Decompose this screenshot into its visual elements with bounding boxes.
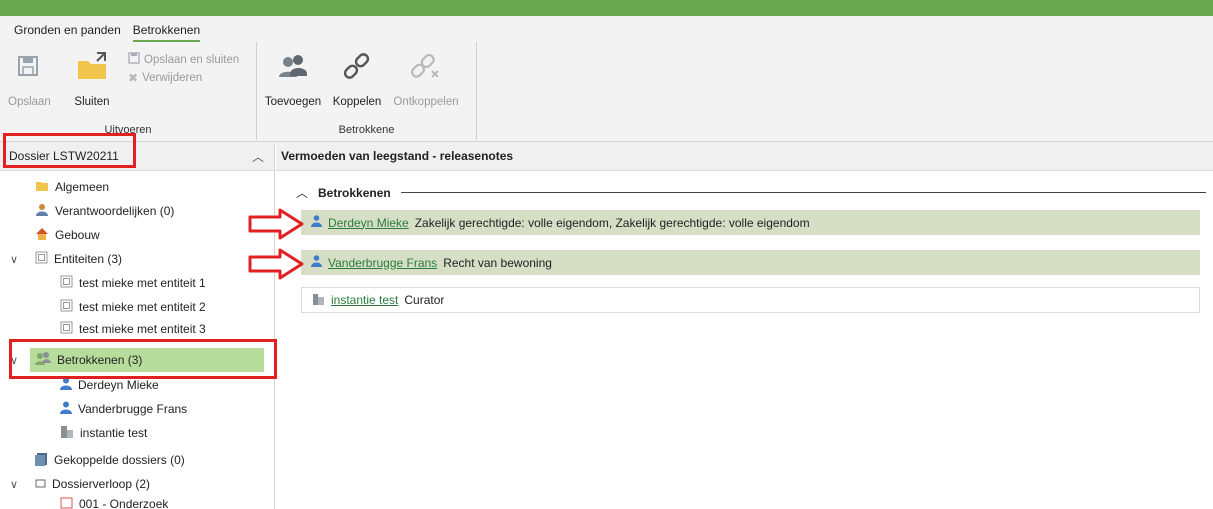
save-icon <box>8 46 48 86</box>
tree-item-entiteit-2[interactable]: test mieke met entiteit 2 <box>60 297 206 317</box>
entity-icon <box>60 321 73 337</box>
betrokkene-link[interactable]: instantie test <box>331 293 398 307</box>
chevron-up-icon[interactable]: ︿ <box>296 184 308 201</box>
tree-item-verantwoordelijken[interactable]: Verantwoordelijken (0) <box>35 201 174 221</box>
betrokkenen-section-header[interactable]: ︿ Betrokkenen <box>296 184 1206 201</box>
content-panel: Vermoeden van leegstand - releasenotes ︿… <box>276 142 1213 509</box>
save-small-icon <box>128 52 140 67</box>
group-caption-betrokkene: Betrokkene <box>338 124 395 136</box>
house-icon <box>35 227 49 243</box>
group-uitvoeren: Opslaan Sluiten Opslaan en sluiten ✖ Ver… <box>0 42 257 140</box>
annotation-arrow <box>248 208 304 240</box>
group-betrokkene: Toevoegen Koppelen Ontkoppelen Betrokken… <box>257 42 477 140</box>
people-add-icon <box>261 46 325 86</box>
chain-unlink-icon <box>387 46 465 86</box>
tree-item-001-onderzoek[interactable]: ∨ 001 - Onderzoek <box>60 497 168 509</box>
save-and-close-button[interactable]: Opslaan en sluiten <box>128 52 239 67</box>
betrokkene-role: Recht van bewoning <box>443 255 552 270</box>
folder-icon <box>35 180 49 195</box>
ribbon: Gronden en panden Betrokkenen Opslaan Sl… <box>0 16 1213 142</box>
close-button[interactable]: Sluiten <box>68 46 116 108</box>
unlink-button[interactable]: Ontkoppelen <box>387 46 465 108</box>
entity-icon <box>60 275 73 291</box>
chevron-down-icon[interactable]: ∨ <box>10 478 18 491</box>
building-icon <box>60 425 74 441</box>
annotation-arrow <box>248 248 304 280</box>
list-item[interactable]: Vanderbrugge Frans Recht van bewoning <box>301 250 1200 275</box>
building-icon <box>312 293 325 308</box>
annotation-box-dossier <box>3 133 136 168</box>
betrokkene-role: Zakelijk gerechtigde: volle eigendom, Za… <box>414 215 810 230</box>
content-header: Vermoeden van leegstand - releasenotes <box>276 142 1213 171</box>
person-icon <box>311 215 322 230</box>
chain-link-icon <box>329 46 385 86</box>
link-button[interactable]: Koppelen <box>329 46 385 108</box>
section-divider <box>400 192 1206 193</box>
tree-item-entiteit-3[interactable]: test mieke met entiteit 3 <box>60 321 206 337</box>
chevron-up-icon[interactable]: ︿ <box>252 148 264 165</box>
chevron-down-icon[interactable]: ∨ <box>10 253 18 266</box>
person-icon <box>60 377 72 393</box>
tab-betrokkenen[interactable]: Betrokkenen <box>132 23 201 42</box>
box-icon <box>35 477 46 491</box>
list-item[interactable]: Derdeyn Mieke Zakelijk gerechtigde: voll… <box>301 210 1200 235</box>
dossier-tree-panel: Dossier LSTW20211 ︿ Algemeen Verantwoord… <box>0 142 275 509</box>
annotation-box-betrokkenen <box>9 339 277 379</box>
save-button[interactable]: Opslaan <box>8 46 51 108</box>
window-title-bar <box>0 0 1213 16</box>
entity-icon <box>35 251 48 267</box>
entity-icon <box>60 299 73 315</box>
person-badge-icon <box>35 203 49 220</box>
tree-item-dossierverloop[interactable]: ∨ Dossierverloop (2) <box>10 474 150 494</box>
tree-item-entiteit-1[interactable]: test mieke met entiteit 1 <box>60 273 206 293</box>
delete-icon: ✖ <box>128 71 139 85</box>
delete-button[interactable]: ✖ Verwijderen <box>128 71 202 85</box>
ribbon-tabs: Gronden en panden Betrokkenen <box>14 23 201 42</box>
section-title: Betrokkenen <box>318 185 391 200</box>
content-title: Vermoeden van leegstand - releasenotes <box>281 149 514 163</box>
betrokkene-link[interactable]: Derdeyn Mieke <box>328 216 409 230</box>
list-item[interactable]: instantie test Curator <box>301 287 1200 313</box>
folder-close-icon <box>68 46 116 86</box>
person-icon <box>311 255 322 270</box>
tree-item-gebouw[interactable]: Gebouw <box>35 225 100 245</box>
person-icon <box>60 401 72 417</box>
tree-item-entiteiten[interactable]: ∨ Entiteiten (3) <box>10 249 122 269</box>
betrokkene-role: Curator <box>404 293 445 307</box>
tree-item-gekoppelde-dossiers[interactable]: Gekoppelde dossiers (0) <box>35 450 185 470</box>
betrokkene-link[interactable]: Vanderbrugge Frans <box>328 256 437 270</box>
tree-item-algemeen[interactable]: Algemeen <box>35 177 109 197</box>
dossier-icon <box>35 452 48 469</box>
add-button[interactable]: Toevoegen <box>261 46 325 108</box>
tree-item-vanderbrugge-frans[interactable]: Vanderbrugge Frans <box>60 399 187 419</box>
tree-item-instantie-test[interactable]: instantie test <box>60 423 147 443</box>
tab-gronden-en-panden[interactable]: Gronden en panden <box>14 23 121 42</box>
stage-icon <box>60 497 73 509</box>
